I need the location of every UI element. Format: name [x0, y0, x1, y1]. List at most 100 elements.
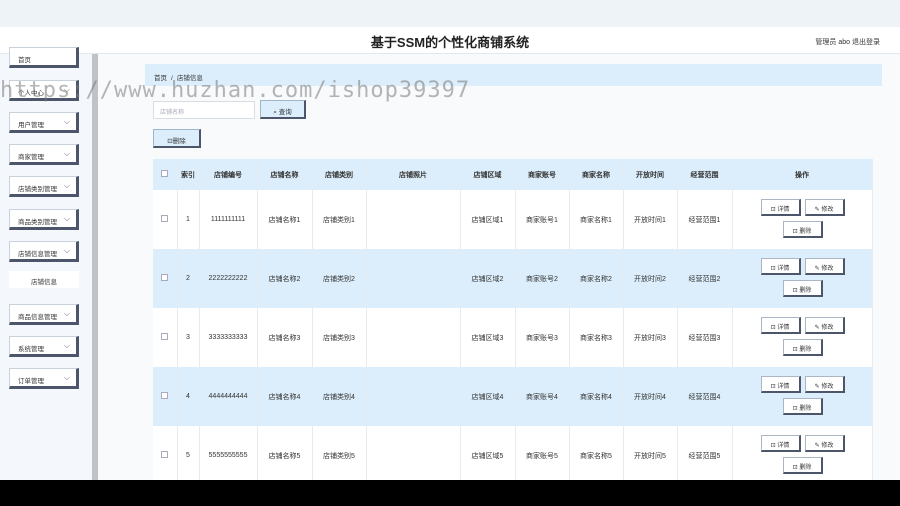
col-shop-no: 店铺编号 [199, 159, 258, 190]
detail-button[interactable]: ⊡ 详情 [760, 435, 801, 452]
edit-button[interactable]: ✎ 修改 [804, 376, 845, 393]
col-open-time: 开放时间 [623, 159, 678, 190]
chevron-down-icon: ⌵ [63, 214, 70, 223]
cell-shop-photo [366, 367, 461, 426]
sidebar-item-system[interactable]: 系统管理 ⌵ [9, 336, 79, 357]
cell-shop-name: 店铺名称1 [257, 190, 313, 249]
chevron-down-icon: ⌵ [63, 341, 70, 350]
edit-button[interactable]: ✎ 修改 [804, 258, 845, 275]
detail-button[interactable]: ⊡ 详情 [760, 199, 801, 216]
edit-icon: ✎ [814, 384, 820, 390]
shop-table: 索引 店铺编号 店铺名称 店铺类别 店铺照片 店铺区域 商家账号 商家名称 开放… [153, 159, 873, 480]
cell-shop-no: 5555555555 [199, 426, 258, 480]
cell-index: 2 [177, 249, 200, 308]
logout-link[interactable]: 退出登录 [852, 37, 880, 47]
detail-icon: ⊡ [770, 443, 776, 449]
col-merchant-name: 商家名称 [569, 159, 624, 190]
row-checkbox[interactable] [153, 249, 178, 308]
cell-shop-area: 店铺区域3 [460, 308, 516, 367]
watermark-text: https://www.huzhan.com/ishop39397 [0, 78, 471, 103]
edit-button[interactable]: ✎ 修改 [804, 435, 845, 452]
sidebar-item-orders[interactable]: 订单管理 ⌵ [9, 368, 79, 389]
sidebar-item-shop-categories[interactable]: 店铺类别管理 ⌵ [9, 176, 79, 197]
chevron-down-icon: ⌵ [63, 181, 70, 190]
cell-shop-photo [366, 426, 461, 480]
cell-shop-photo [366, 249, 461, 308]
col-shop-area: 店铺区域 [460, 159, 516, 190]
cell-merchant-name: 商家名称1 [569, 190, 624, 249]
sidebar-item-users[interactable]: 用户管理 ⌵ [9, 112, 79, 133]
cell-actions: ⊡ 详情 ✎ 修改 ⊡ 删除 [732, 367, 873, 426]
detail-button[interactable]: ⊡ 详情 [760, 376, 801, 393]
cell-merchant-name: 商家名称4 [569, 367, 624, 426]
detail-button[interactable]: ⊡ 详情 [760, 258, 801, 275]
trash-icon: ⊡ [792, 406, 798, 412]
detail-button[interactable]: ⊡ 详情 [760, 317, 801, 334]
cell-open-time: 开放时间5 [623, 426, 678, 480]
sidebar: 首页 个人中心 ⌵ 用户管理 ⌵ 商家管理 ⌵ 店铺类别管理 ⌵ 商品类别管理 ⌵ 店铺信… [0, 47, 92, 480]
cell-open-time: 开放时间1 [623, 190, 678, 249]
table-row: 3 3333333333 店铺名称3 店铺类别3 店铺区域3 商家账号3 商家名… [153, 308, 873, 367]
cell-shop-no: 1111111111 [199, 190, 258, 249]
chevron-down-icon: ⌵ [63, 373, 70, 382]
cell-shop-area: 店铺区域5 [460, 426, 516, 480]
col-merchant-account: 商家账号 [515, 159, 570, 190]
cell-open-time: 开放时间4 [623, 367, 678, 426]
app-title: 基于SSM的个性化商铺系统 [370, 35, 530, 50]
table-row: 1 1111111111 店铺名称1 店铺类别1 店铺区域1 商家账号1 商家名… [153, 190, 873, 249]
cell-merchant-name: 商家名称2 [569, 249, 624, 308]
select-all-checkbox[interactable] [153, 159, 178, 190]
cell-index: 1 [177, 190, 200, 249]
cell-merchant-account: 商家账号3 [515, 308, 570, 367]
delete-button[interactable]: ⊡ 删除 [782, 457, 823, 474]
sidebar-item-merchants[interactable]: 商家管理 ⌵ [9, 144, 79, 165]
table-row: 5 5555555555 店铺名称5 店铺类别5 店铺区域5 商家账号5 商家名… [153, 426, 873, 480]
cell-open-time: 开放时间3 [623, 308, 678, 367]
trash-icon: ⊡ [792, 288, 798, 294]
cell-shop-name: 店铺名称2 [257, 249, 313, 308]
cell-shop-no: 4444444444 [199, 367, 258, 426]
row-checkbox[interactable] [153, 367, 178, 426]
delete-button[interactable]: ⊡ 删除 [782, 280, 823, 297]
col-shop-type: 店铺类别 [312, 159, 367, 190]
sidebar-item-product-info[interactable]: 商品信息管理 ⌵ [9, 304, 79, 325]
cell-actions: ⊡ 详情 ✎ 修改 ⊡ 删除 [732, 308, 873, 367]
table-header-row: 索引 店铺编号 店铺名称 店铺类别 店铺照片 店铺区域 商家账号 商家名称 开放… [153, 159, 873, 190]
col-business-scope: 经营范围 [677, 159, 733, 190]
edit-icon: ✎ [814, 207, 820, 213]
cell-merchant-account: 商家账号1 [515, 190, 570, 249]
sidebar-subitem-shop-info[interactable]: 店铺信息 [9, 271, 79, 288]
cell-business-scope: 经营范围1 [677, 190, 733, 249]
row-checkbox[interactable] [153, 426, 178, 480]
cell-shop-type: 店铺类别1 [312, 190, 367, 249]
sidebar-item-product-categories[interactable]: 商品类别管理 ⌵ [9, 209, 79, 230]
row-checkbox[interactable] [153, 190, 178, 249]
col-shop-photo: 店铺照片 [366, 159, 461, 190]
edit-button[interactable]: ✎ 修改 [804, 317, 845, 334]
delete-button[interactable]: ⊡ 删除 [782, 398, 823, 415]
cell-actions: ⊡ 详情 ✎ 修改 ⊡ 删除 [732, 249, 873, 308]
cell-shop-type: 店铺类别2 [312, 249, 367, 308]
search-input[interactable]: 店铺名称 [153, 101, 255, 119]
cell-merchant-account: 商家账号2 [515, 249, 570, 308]
bottom-black-bar [0, 480, 900, 506]
cell-shop-photo [366, 190, 461, 249]
delete-button[interactable]: ⊡ 删除 [782, 221, 823, 238]
cell-open-time: 开放时间2 [623, 249, 678, 308]
batch-delete-button[interactable]: ⊡删除 [153, 129, 201, 148]
edit-button[interactable]: ✎ 修改 [804, 199, 845, 216]
cell-business-scope: 经营范围5 [677, 426, 733, 480]
table-row: 4 4444444444 店铺名称4 店铺类别4 店铺区域4 商家账号4 商家名… [153, 367, 873, 426]
sidebar-item-shop-info-mgmt[interactable]: 店铺信息管理 ⌵ [9, 241, 79, 262]
row-checkbox[interactable] [153, 308, 178, 367]
edit-icon: ✎ [814, 443, 820, 449]
cell-shop-photo [366, 308, 461, 367]
detail-icon: ⊡ [770, 266, 776, 272]
cell-business-scope: 经营范围3 [677, 308, 733, 367]
delete-button[interactable]: ⊡ 删除 [782, 339, 823, 356]
cell-shop-area: 店铺区域2 [460, 249, 516, 308]
sidebar-item-home[interactable]: 首页 [9, 47, 79, 68]
cell-actions: ⊡ 详情 ✎ 修改 ⊡ 删除 [732, 426, 873, 480]
cell-index: 4 [177, 367, 200, 426]
cell-merchant-account: 商家账号5 [515, 426, 570, 480]
